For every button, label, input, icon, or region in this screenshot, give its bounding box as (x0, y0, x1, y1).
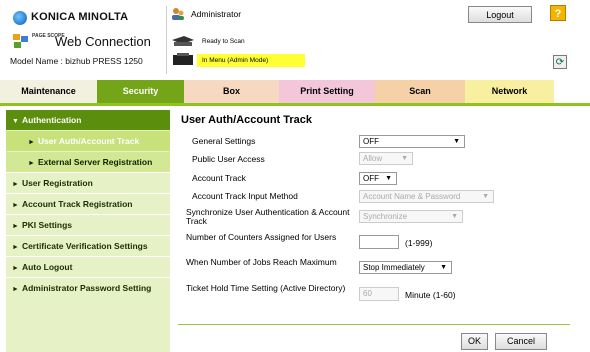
tab-security[interactable]: Security (97, 80, 184, 103)
menu-status-icon (173, 53, 193, 65)
sidebar-item-administrator-password-setting[interactable]: ► Administrator Password Setting (6, 278, 170, 298)
konica-minolta-logo-icon (13, 11, 27, 25)
refresh-icon[interactable]: ⟳ (553, 55, 567, 69)
arrow-right-icon: ► (12, 202, 19, 209)
arrow-right-icon: ► (28, 139, 35, 146)
number-of-counters-label: Number of Counters Assigned for Users (186, 232, 337, 242)
sidebar-item-certificate-verification-settings[interactable]: ► Certificate Verification Settings (6, 236, 170, 256)
chevron-down-icon: ▼ (451, 213, 458, 220)
sidebar-item-label: PKI Settings (21, 220, 72, 230)
chevron-down-icon: ▼ (453, 138, 460, 145)
tab-box[interactable]: Box (184, 80, 279, 103)
brand-name: KONICA MINOLTA (31, 11, 129, 23)
general-settings-label: General Settings (192, 136, 256, 146)
select-value: Synchronize (363, 212, 408, 221)
number-of-counters-input[interactable] (359, 235, 399, 249)
sidebar-item-external-server-registration[interactable]: ► External Server Registration (6, 152, 170, 172)
select-value: Stop Immediately (363, 263, 425, 272)
ticket-hold-time-label: Ticket Hold Time Setting (Active Directo… (186, 283, 346, 293)
form-divider (178, 324, 570, 325)
administrator-icon (172, 8, 184, 20)
sidebar-item-label: Account Track Registration (21, 199, 133, 209)
select-value: Account Name & Password (363, 192, 461, 201)
select-value: OFF (363, 137, 379, 146)
header-divider (166, 6, 167, 74)
expand-arrow-icon: ▼ (12, 118, 19, 125)
tab-network[interactable]: Network (465, 80, 554, 103)
ticket-hold-time-range: Minute (1-60) (405, 290, 456, 300)
cancel-button[interactable]: Cancel (495, 333, 547, 350)
public-user-access-select[interactable]: Allow ▼ (359, 152, 413, 165)
tab-maintenance[interactable]: Maintenance (0, 80, 97, 103)
sidebar-item-account-track-registration[interactable]: ► Account Track Registration (6, 194, 170, 214)
jobs-reach-maximum-label: When Number of Jobs Reach Maximum (186, 257, 337, 267)
chevron-down-icon: ▼ (482, 193, 489, 200)
public-user-access-label: Public User Access (192, 154, 265, 164)
ok-button[interactable]: OK (461, 333, 488, 350)
general-settings-select[interactable]: OFF ▼ (359, 135, 465, 148)
status-menu-text: In Menu (Admin Mode) (197, 54, 305, 67)
sidebar-item-label: External Server Registration (37, 157, 153, 167)
account-track-label: Account Track (192, 173, 246, 183)
model-name: Model Name : bizhub PRESS 1250 (10, 56, 143, 66)
tab-scan[interactable]: Scan (375, 80, 465, 103)
pagescope-logo-icon (13, 34, 28, 48)
arrow-right-icon: ► (12, 286, 19, 293)
jobs-reach-maximum-select[interactable]: Stop Immediately ▼ (359, 261, 452, 274)
main-tab-bar: Maintenance Security Box Print Setting S… (0, 80, 590, 103)
sidebar-item-label: Auto Logout (21, 262, 73, 272)
arrow-right-icon: ► (12, 244, 19, 251)
chevron-down-icon: ▼ (401, 155, 408, 162)
synchronize-select[interactable]: Synchronize ▼ (359, 210, 463, 223)
arrow-right-icon: ► (12, 223, 19, 230)
arrow-right-icon: ► (12, 265, 19, 272)
chevron-down-icon: ▼ (440, 264, 447, 271)
sidebar-item-authentication[interactable]: ▼ Authentication (6, 110, 170, 130)
status-ready-text: Ready to Scan (202, 38, 245, 45)
sidebar-item-user-registration[interactable]: ► User Registration (6, 173, 170, 193)
account-track-input-method-label: Account Track Input Method (192, 191, 298, 201)
product-name: Web Connection (55, 34, 151, 49)
account-track-select[interactable]: OFF ▼ (359, 172, 397, 185)
page-title: User Auth/Account Track (181, 114, 313, 126)
sidebar-item-user-auth-account-track[interactable]: ► User Auth/Account Track (6, 131, 170, 151)
sidebar-item-label: Administrator Password Setting (21, 283, 152, 293)
help-button[interactable]: ? (550, 5, 566, 21)
select-value: OFF (363, 174, 379, 183)
tab-print-setting[interactable]: Print Setting (279, 80, 375, 103)
arrow-right-icon: ► (12, 181, 19, 188)
arrow-right-icon: ► (28, 160, 35, 167)
sidebar: ▼ Authentication ► User Auth/Account Track… (6, 110, 170, 352)
sidebar-item-auto-logout[interactable]: ► Auto Logout (6, 257, 170, 277)
user-name: Administrator (191, 9, 242, 19)
sidebar-item-label: User Registration (21, 178, 93, 188)
sidebar-item-label: Certificate Verification Settings (21, 241, 148, 251)
sidebar-item-label: Authentication (21, 115, 82, 125)
sidebar-item-label: User Auth/Account Track (37, 136, 140, 146)
account-track-input-method-select[interactable]: Account Name & Password ▼ (359, 190, 494, 203)
synchronize-label: Synchronize User Authentication & Accoun… (186, 207, 350, 226)
select-value: Allow (363, 154, 383, 163)
logout-button[interactable]: Logout (468, 6, 532, 23)
number-of-counters-range: (1-999) (405, 238, 433, 248)
scanner-status-icon (172, 36, 194, 46)
chevron-down-icon: ▼ (385, 175, 392, 182)
ticket-hold-time-input[interactable]: 60 (359, 287, 399, 301)
tab-underline (0, 103, 590, 106)
sidebar-item-pki-settings[interactable]: ► PKI Settings (6, 215, 170, 235)
